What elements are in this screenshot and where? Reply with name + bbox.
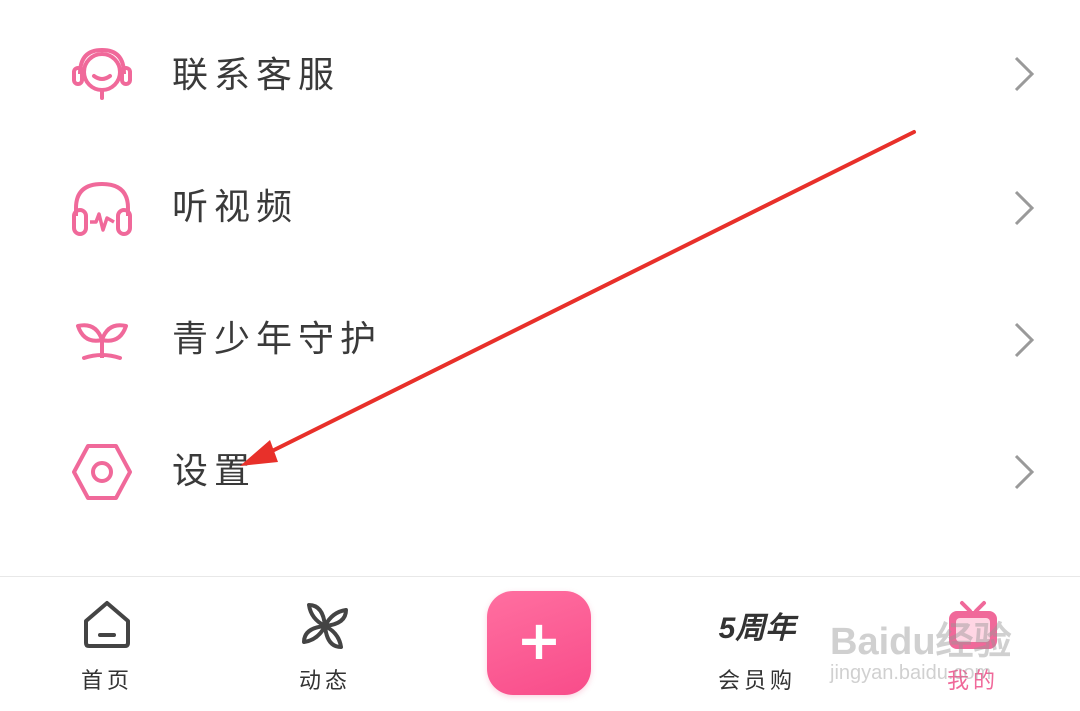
chevron-right-icon: [1014, 190, 1035, 226]
sprout-icon: [76, 323, 128, 360]
menu-item-contact-service[interactable]: 联系客服: [0, 20, 1080, 130]
menu-item-settings[interactable]: 设置: [0, 416, 1080, 526]
chevron-right-icon: [1014, 56, 1035, 92]
chevron-right-icon: [1014, 454, 1035, 490]
home-icon: [84, 601, 130, 648]
headphones-icon: [72, 181, 132, 236]
plus-icon: +: [516, 609, 562, 672]
menu-item-label: 青少年守护: [172, 319, 383, 360]
gear-icon: [72, 444, 132, 500]
headset-icon: [72, 47, 132, 100]
tv-icon: [949, 601, 997, 649]
menu-item-label: 设置: [172, 451, 257, 492]
tab-label: 会员购: [717, 669, 796, 694]
menu-item-listen-video[interactable]: 听视频: [0, 152, 1080, 262]
anniversary-badge-icon: 5周年: [718, 612, 796, 645]
tab-dynamic[interactable]: 动态: [245, 577, 405, 711]
menu-item-label: 联系客服: [172, 55, 341, 96]
add-button[interactable]: +: [487, 591, 591, 695]
tab-home[interactable]: 首页: [27, 577, 187, 711]
tab-label: 我的: [946, 669, 999, 694]
menu-item-label: 听视频: [172, 187, 299, 228]
chevron-right-icon: [1014, 322, 1035, 358]
menu-item-youth-protection[interactable]: 青少年守护: [0, 284, 1080, 394]
tab-label: 动态: [298, 669, 351, 694]
tab-vip-shop[interactable]: 5周年 会员购: [677, 577, 837, 711]
pinwheel-icon: [302, 603, 348, 649]
tab-mine[interactable]: 我的: [893, 577, 1053, 711]
bottom-tab-bar: 首页 动态 + 5周年 会员购 我的: [0, 576, 1080, 711]
tab-label: 首页: [80, 669, 133, 694]
